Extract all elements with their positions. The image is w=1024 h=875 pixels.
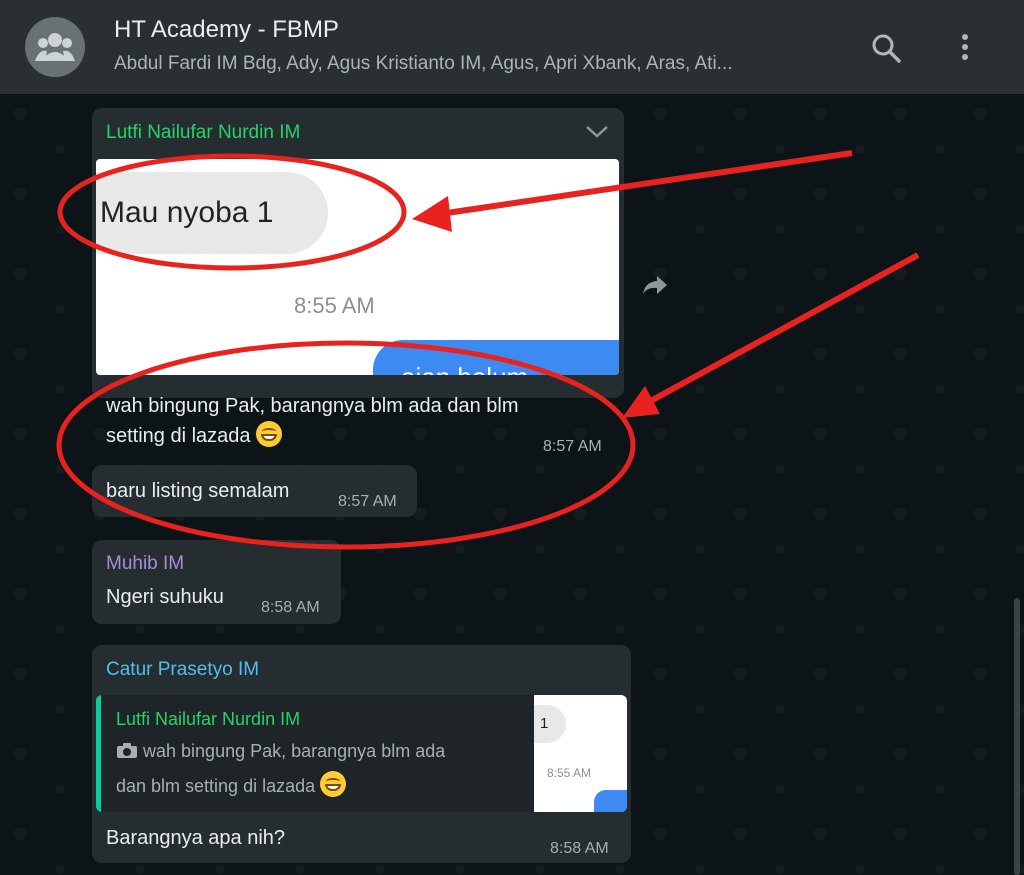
annotation-arrowhead (412, 196, 452, 232)
annotation-ellipse (56, 340, 636, 550)
annotation-arrow (439, 150, 853, 217)
annotation-ellipse (57, 153, 407, 271)
annotation-overlay (56, 150, 920, 550)
annotation-arrow (643, 252, 920, 407)
